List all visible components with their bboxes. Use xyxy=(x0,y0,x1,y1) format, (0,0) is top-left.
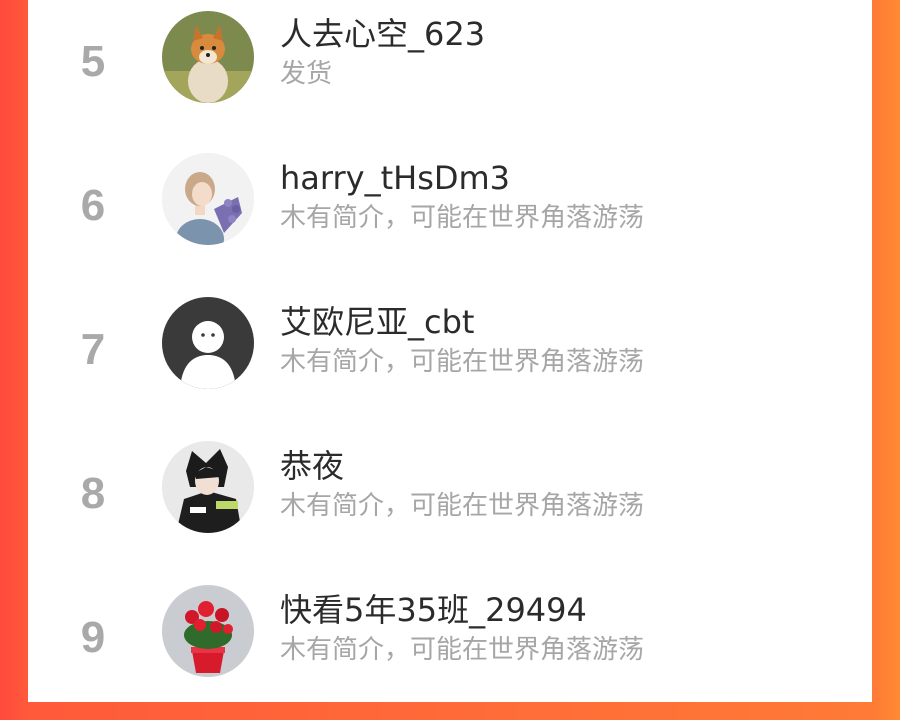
anime-boy-avatar-image xyxy=(162,441,254,533)
user-bio: 木有简介，可能在世界角落游荡 xyxy=(280,635,645,665)
shiba-dog-avatar-image xyxy=(162,11,254,103)
user-name[interactable]: 艾欧尼亚_cbt xyxy=(280,306,474,338)
user-bio: 木有简介，可能在世界角落游荡 xyxy=(280,347,645,377)
user-bio: 木有简介，可能在世界角落游荡 xyxy=(280,203,645,233)
ranking-list: 5 人去心空_623 发货 6 harry_tHsDm3 木有简介，可能在世界角… xyxy=(28,0,872,702)
default-person-avatar-image xyxy=(162,297,254,389)
rank-number: 7 xyxy=(80,325,106,374)
user-bio: 木有简介，可能在世界角落游荡 xyxy=(280,491,645,521)
rank-number: 9 xyxy=(80,613,106,662)
avatar[interactable] xyxy=(162,441,254,533)
rank-number: 5 xyxy=(80,37,106,86)
avatar[interactable] xyxy=(162,153,254,245)
red-flowers-pot-avatar-image xyxy=(162,585,254,677)
user-name[interactable]: 快看5年35班_29494 xyxy=(280,594,587,626)
list-item[interactable]: 5 人去心空_623 发货 xyxy=(28,0,872,144)
list-item[interactable]: 7 艾欧尼亚_cbt 木有简介，可能在世界角落游荡 xyxy=(28,288,872,432)
avatar[interactable] xyxy=(162,297,254,389)
user-name[interactable]: 人去心空_623 xyxy=(280,18,485,50)
list-item[interactable]: 6 harry_tHsDm3 木有简介，可能在世界角落游荡 xyxy=(28,144,872,288)
list-item[interactable]: 9 快看5年35班_29494 木有简介，可能在世界角落游荡 xyxy=(28,576,872,720)
user-name[interactable]: 恭夜 xyxy=(280,450,344,482)
user-bio: 发货 xyxy=(280,59,333,89)
user-name[interactable]: harry_tHsDm3 xyxy=(280,162,510,194)
avatar[interactable] xyxy=(162,11,254,103)
girl-with-lavender-avatar-image xyxy=(162,153,254,245)
list-item[interactable]: 8 恭夜 木有简介，可能在世界角落游荡 xyxy=(28,432,872,576)
avatar[interactable] xyxy=(162,585,254,677)
rank-number: 8 xyxy=(80,469,106,518)
rank-number: 6 xyxy=(80,181,106,230)
